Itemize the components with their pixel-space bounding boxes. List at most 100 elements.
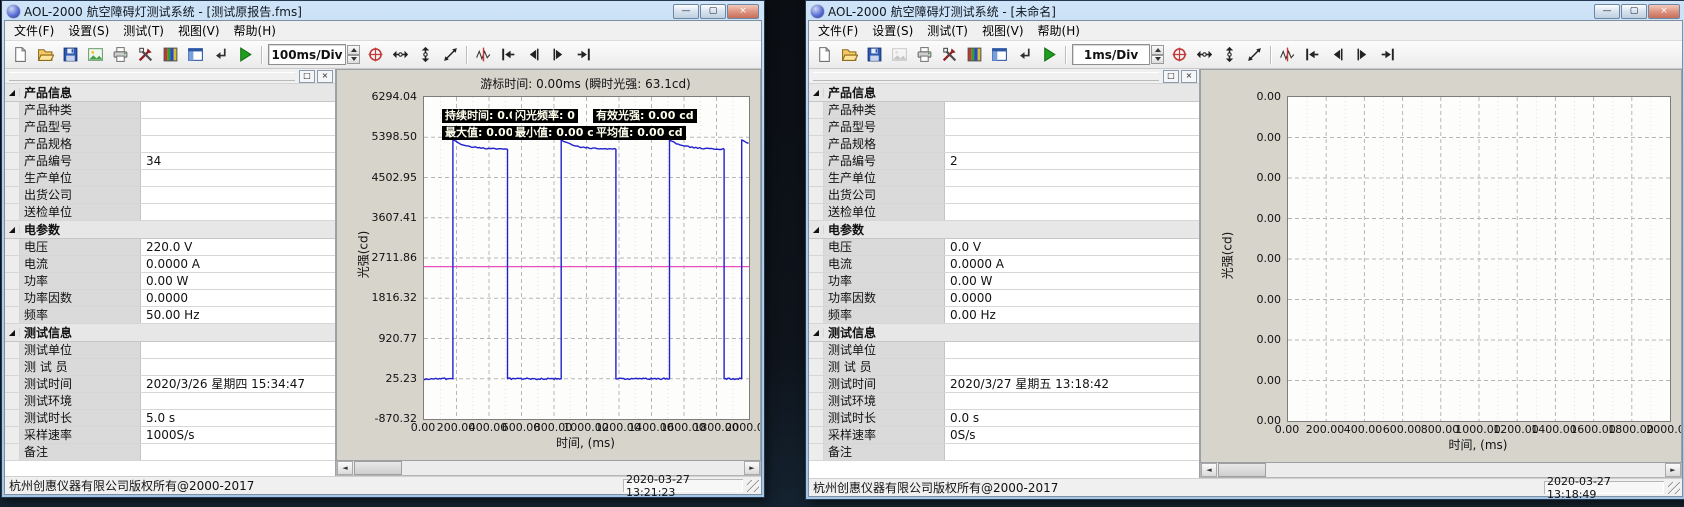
plot-area[interactable]	[1287, 96, 1671, 422]
group-expander-icon[interactable]: ◢	[5, 88, 20, 97]
property-group-header[interactable]: ◢产品信息	[5, 84, 335, 102]
property-value[interactable]	[141, 342, 335, 358]
menu-help[interactable]: 帮助(H)	[1032, 21, 1086, 40]
timebase-spin-down-button[interactable]	[347, 55, 360, 65]
property-value[interactable]	[141, 136, 335, 152]
property-value[interactable]	[141, 393, 335, 409]
curved-arrow-icon[interactable]	[208, 43, 232, 67]
timebase-spin-up-button[interactable]	[347, 45, 360, 55]
zoom-cursor-icon[interactable]	[363, 43, 387, 67]
property-value[interactable]: 0.00 W	[141, 273, 335, 289]
resize-grip[interactable]	[747, 480, 759, 492]
cursor-step-left-icon[interactable]	[521, 43, 545, 67]
curved-arrow-icon[interactable]	[1012, 43, 1036, 67]
property-value[interactable]	[141, 187, 335, 203]
print-icon[interactable]	[912, 43, 936, 67]
open-file-icon[interactable]	[837, 43, 861, 67]
maximize-button[interactable]: ▢	[700, 4, 726, 19]
pane-grip[interactable]	[813, 72, 1159, 81]
menu-settings[interactable]: 设置(S)	[62, 21, 115, 40]
scroll-right-button[interactable]: ►	[1665, 463, 1681, 477]
new-file-icon[interactable]	[812, 43, 836, 67]
menu-test[interactable]: 测试(T)	[117, 21, 170, 40]
property-value[interactable]: 0.0 s	[945, 410, 1199, 426]
cursor-to-start-icon[interactable]	[496, 43, 520, 67]
new-file-icon[interactable]	[8, 43, 32, 67]
property-value[interactable]	[141, 119, 335, 135]
scroll-right-button[interactable]: ►	[744, 461, 760, 475]
chart-panel[interactable]: 光强(cd)0.000.000.000.000.000.000.000.000.…	[1200, 69, 1682, 463]
print-icon[interactable]	[108, 43, 132, 67]
export-report-icon[interactable]	[83, 43, 107, 67]
cursor-step-left-icon[interactable]	[1325, 43, 1349, 67]
property-value[interactable]: 50.00 Hz	[141, 307, 335, 323]
pane-float-button[interactable]: □	[1163, 70, 1179, 83]
menu-file[interactable]: 文件(F)	[8, 21, 60, 40]
menu-settings[interactable]: 设置(S)	[866, 21, 919, 40]
timebase-spin-up-button[interactable]	[1151, 45, 1164, 55]
cursor-step-right-icon[interactable]	[546, 43, 570, 67]
maximize-button[interactable]: ▢	[1621, 4, 1647, 19]
test-settings-icon[interactable]	[133, 43, 157, 67]
property-value[interactable]: 0.0000	[945, 290, 1199, 306]
menu-view[interactable]: 视图(V)	[976, 21, 1030, 40]
property-value[interactable]	[141, 359, 335, 375]
resize-grip[interactable]	[1668, 482, 1680, 494]
save-file-icon[interactable]	[862, 43, 886, 67]
group-expander-icon[interactable]: ◢	[5, 225, 20, 234]
window-layout-icon[interactable]	[183, 43, 207, 67]
property-value[interactable]	[945, 119, 1199, 135]
property-value[interactable]	[141, 170, 335, 186]
cursor-to-end-icon[interactable]	[1375, 43, 1399, 67]
zoom-cursor-icon[interactable]	[1167, 43, 1191, 67]
property-value[interactable]	[945, 204, 1199, 220]
property-value[interactable]	[945, 359, 1199, 375]
property-value[interactable]: 0.00 Hz	[945, 307, 1199, 323]
pan-vertical-icon[interactable]	[1217, 43, 1241, 67]
close-button[interactable]: ×	[1648, 4, 1680, 19]
chart-panel[interactable]: 持续时间: 0.00ms闪光频率: 0有效光强: 0.00 cd最大值: 0.0…	[336, 69, 761, 461]
property-value[interactable]	[945, 187, 1199, 203]
menu-view[interactable]: 视图(V)	[172, 21, 226, 40]
property-group-header[interactable]: ◢电参数	[809, 221, 1199, 239]
minimize-button[interactable]: —	[1594, 4, 1620, 19]
zoom-fit-icon[interactable]	[1242, 43, 1266, 67]
menu-file[interactable]: 文件(F)	[812, 21, 864, 40]
property-value[interactable]: 0.0000 A	[945, 256, 1199, 272]
property-value[interactable]	[945, 170, 1199, 186]
pane-close-button[interactable]: ×	[317, 70, 333, 83]
property-value[interactable]	[945, 393, 1199, 409]
scroll-thumb[interactable]	[1218, 463, 1266, 477]
group-expander-icon[interactable]: ◢	[5, 328, 20, 337]
menu-test[interactable]: 测试(T)	[921, 21, 974, 40]
pane-float-button[interactable]: □	[299, 70, 315, 83]
scroll-thumb[interactable]	[354, 461, 402, 475]
property-value[interactable]: 2020/3/26 星期四 15:34:47	[141, 376, 335, 392]
pan-horizontal-icon[interactable]	[388, 43, 412, 67]
property-group-header[interactable]: ◢测试信息	[5, 324, 335, 342]
group-expander-icon[interactable]: ◢	[809, 88, 824, 97]
property-value[interactable]: 34	[141, 153, 335, 169]
property-value[interactable]: 0.0000	[141, 290, 335, 306]
property-group-header[interactable]: ◢电参数	[5, 221, 335, 239]
close-button[interactable]: ×	[727, 4, 759, 19]
pan-horizontal-icon[interactable]	[1192, 43, 1216, 67]
group-expander-icon[interactable]: ◢	[809, 328, 824, 337]
group-expander-icon[interactable]: ◢	[809, 225, 824, 234]
property-value[interactable]	[945, 444, 1199, 460]
property-value[interactable]: 0S/s	[945, 427, 1199, 443]
property-value[interactable]	[945, 342, 1199, 358]
pan-vertical-icon[interactable]	[413, 43, 437, 67]
test-settings-icon[interactable]	[937, 43, 961, 67]
property-value[interactable]: 0.0 V	[945, 239, 1199, 255]
property-value[interactable]: 0.00 W	[945, 273, 1199, 289]
titlebar[interactable]: AOL-2000 航空障碍灯测试系统 - [未命名] — ▢ ×	[808, 3, 1683, 20]
color-scale-icon[interactable]	[962, 43, 986, 67]
cursor-waveform-icon[interactable]	[471, 43, 495, 67]
property-value[interactable]: 0.0000 A	[141, 256, 335, 272]
property-value[interactable]	[945, 136, 1199, 152]
scroll-left-button[interactable]: ◄	[337, 461, 353, 475]
cursor-to-end-icon[interactable]	[571, 43, 595, 67]
cursor-waveform-icon[interactable]	[1275, 43, 1299, 67]
property-value[interactable]: 2	[945, 153, 1199, 169]
